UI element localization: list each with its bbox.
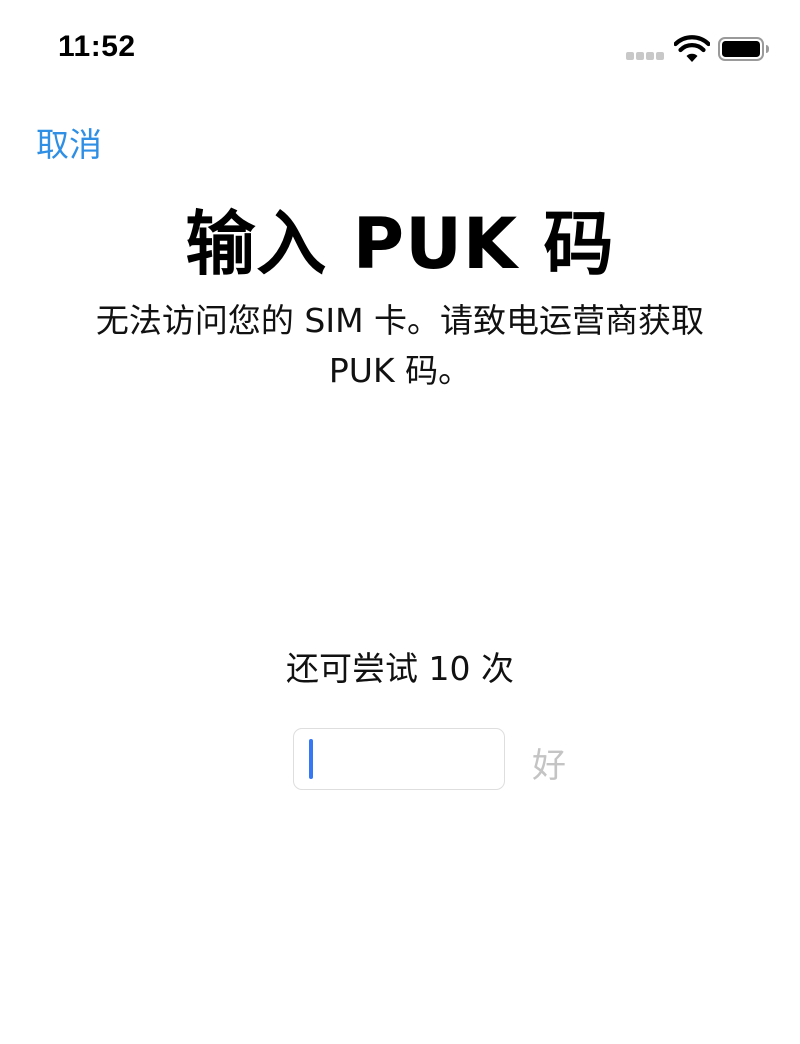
cancel-button[interactable]: 取消 bbox=[36, 118, 102, 166]
battery-icon bbox=[718, 37, 769, 61]
remaining-attempts-label: 还可尝试 10 次 bbox=[286, 649, 514, 688]
status-bar: 11:52 bbox=[0, 0, 800, 100]
wifi-icon bbox=[674, 35, 710, 62]
instruction-line-2: PUK 码。 bbox=[328, 351, 472, 390]
instruction-line-1: 无法访问您的 SIM 卡。请致电运营商获取 bbox=[95, 301, 705, 340]
instruction-text: 无法访问您的 SIM 卡。请致电运营商获取 PUK 码。 bbox=[40, 296, 760, 396]
cellular-signal-icon bbox=[626, 52, 666, 62]
status-time: 11:52 bbox=[58, 30, 136, 63]
puk-input-field[interactable] bbox=[293, 728, 505, 790]
ok-button[interactable]: 好 bbox=[532, 738, 566, 787]
page-title: 输入 PUK 码 bbox=[185, 203, 615, 285]
puk-input[interactable] bbox=[308, 735, 492, 783]
puk-entry-screen: 11:52 取消 输入 PUK 码 无法访问您的 SIM 卡。请致电运营商获取 … bbox=[0, 0, 800, 1044]
